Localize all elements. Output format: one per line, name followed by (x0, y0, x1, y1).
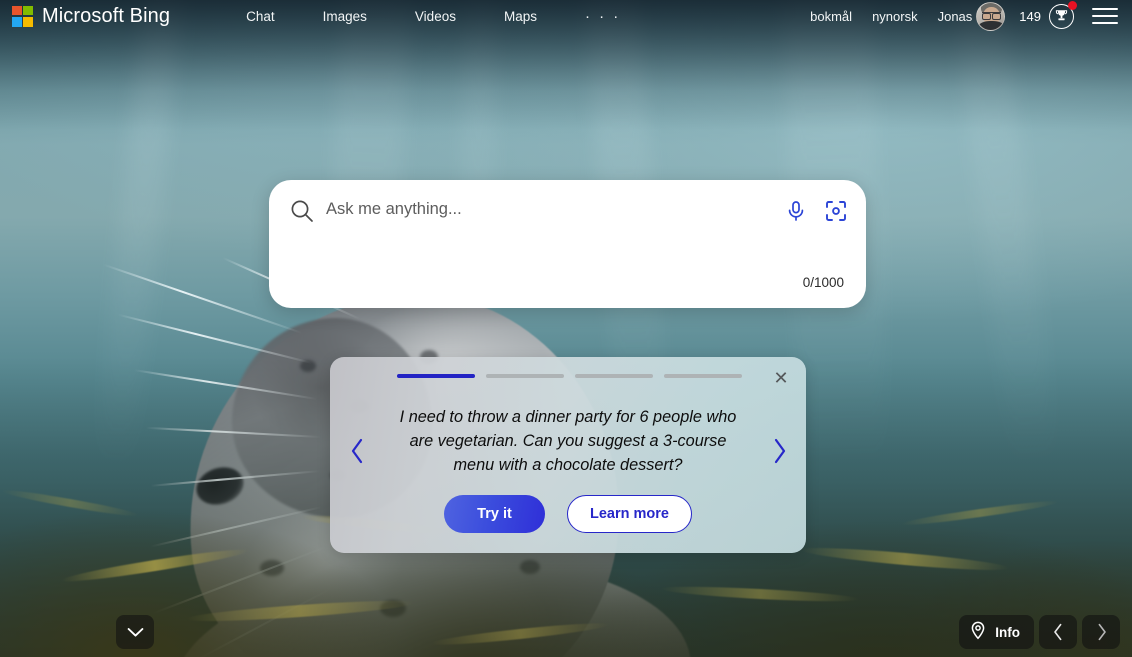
microsoft-logo-icon (12, 5, 33, 27)
search-actions (784, 199, 848, 223)
rewards-points: 149 (1019, 8, 1041, 24)
user-name-link[interactable]: Jonas (938, 9, 973, 24)
try-it-button[interactable]: Try it (444, 495, 545, 533)
info-label: Info (995, 624, 1020, 640)
kelp-frond (0, 486, 140, 520)
nav-videos[interactable]: Videos (415, 5, 456, 28)
close-icon[interactable]: ✕ (770, 367, 792, 389)
character-counter: 0/1000 (802, 275, 844, 290)
image-controls: Info (959, 615, 1120, 649)
main-nav: Chat Images Videos Maps · · · (246, 4, 621, 29)
header-right: bokmål nynorsk Jonas 149 (810, 1, 1124, 31)
lang-nynorsk-link[interactable]: nynorsk (872, 9, 918, 24)
kelp-frond (900, 497, 1060, 529)
carousel-prev-chevron-icon[interactable] (344, 435, 370, 467)
kelp-frond (799, 543, 1011, 575)
promo-carousel-card: ✕ I need to throw a dinner party for 6 p… (330, 357, 806, 553)
kelp-frond (184, 596, 416, 626)
location-pin-icon (970, 621, 986, 643)
search-input[interactable] (326, 200, 784, 219)
rewards-button[interactable] (1048, 1, 1077, 29)
search-icon (289, 198, 315, 224)
kelp-frond (60, 545, 250, 586)
next-image-button[interactable] (1082, 615, 1120, 649)
carousel-next-chevron-icon[interactable] (766, 435, 792, 467)
lang-bokmal-link[interactable]: bokmål (810, 9, 852, 24)
carousel-bar-3[interactable] (575, 374, 653, 378)
microphone-icon[interactable] (784, 199, 808, 223)
nav-maps[interactable]: Maps (504, 5, 537, 28)
hamburger-menu-icon[interactable] (1092, 8, 1118, 24)
kelp-frond (659, 583, 861, 605)
promo-buttons: Try it Learn more (330, 495, 806, 533)
bing-homepage: Microsoft Bing Chat Images Videos Maps ·… (0, 0, 1132, 657)
promo-prompt-text: I need to throw a dinner party for 6 peo… (399, 408, 737, 474)
nav-images[interactable]: Images (323, 5, 367, 28)
learn-more-button[interactable]: Learn more (567, 495, 692, 533)
carousel-bar-1[interactable] (397, 374, 475, 378)
search-box: 0/1000 (269, 180, 866, 308)
brand-logo[interactable]: Microsoft Bing (12, 5, 170, 28)
nav-chat[interactable]: Chat (246, 5, 275, 28)
kelp-frond (429, 619, 611, 649)
scroll-down-button[interactable] (116, 615, 154, 649)
avatar[interactable] (976, 1, 1006, 31)
nav-more-icon[interactable]: · · · (585, 4, 621, 29)
avatar-body (979, 20, 1005, 30)
previous-image-button[interactable] (1039, 615, 1077, 649)
info-button[interactable]: Info (959, 615, 1034, 649)
carousel-bar-4[interactable] (664, 374, 742, 378)
notification-dot (1068, 1, 1077, 10)
carousel-bar-2[interactable] (486, 374, 564, 378)
search-row (269, 180, 866, 224)
visual-search-camera-icon[interactable] (824, 199, 848, 223)
carousel-progress (397, 374, 742, 378)
site-header: Microsoft Bing Chat Images Videos Maps ·… (0, 0, 1132, 32)
glasses-icon (982, 11, 1002, 20)
brand-name: Microsoft Bing (42, 4, 171, 27)
